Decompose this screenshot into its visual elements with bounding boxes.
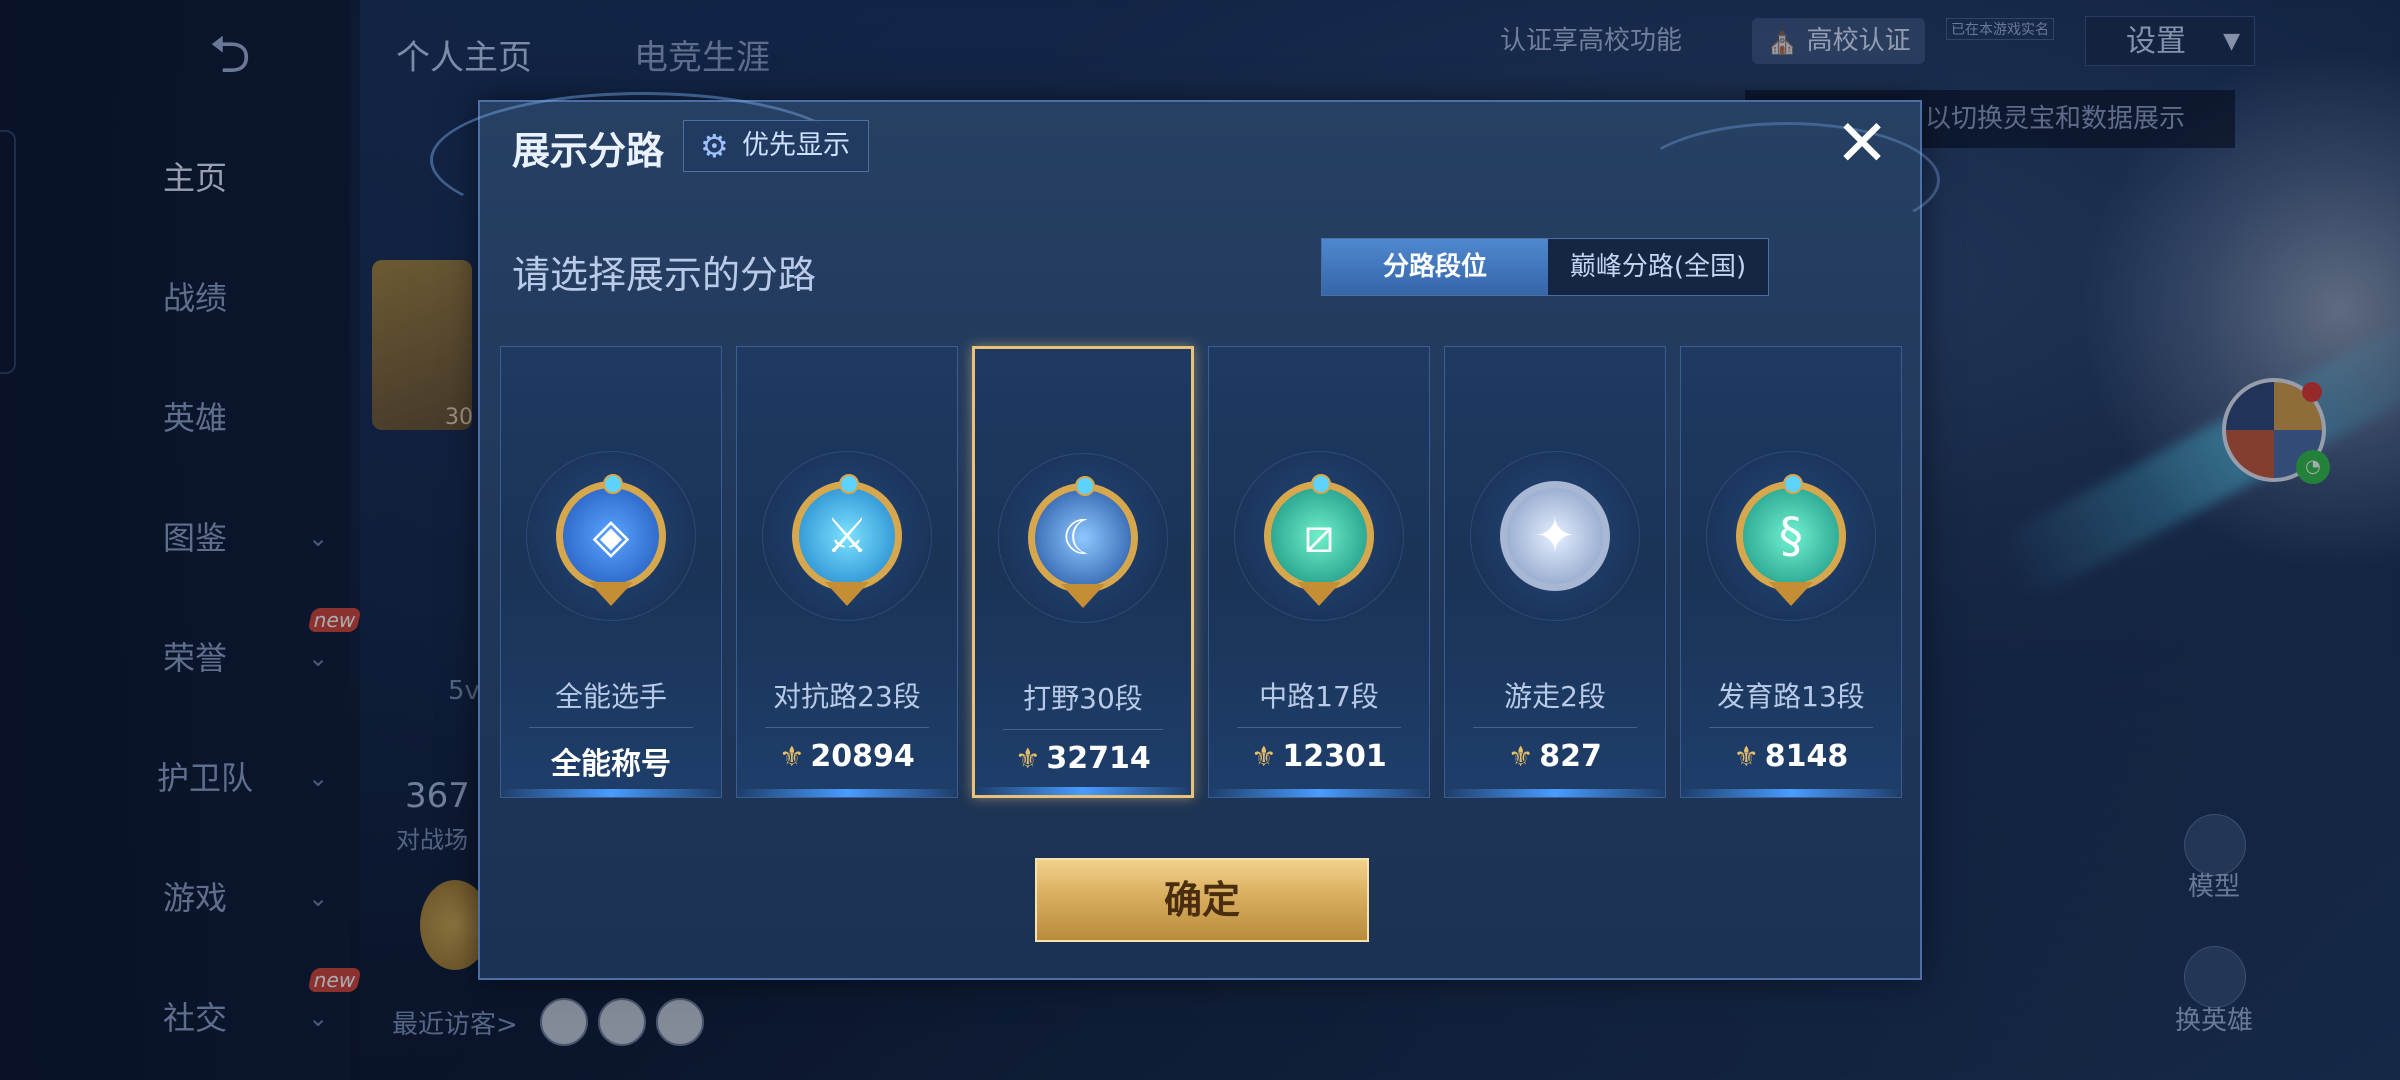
cloud-ornament — [1634, 122, 1940, 238]
tab-peak-lane-national[interactable]: 巅峰分路(全国) — [1548, 239, 1768, 295]
lane-name: 中路17段 — [1259, 680, 1379, 713]
farm-lane-emblem-icon: § — [1736, 474, 1846, 606]
divider — [529, 727, 693, 728]
lane-name: 发育路13段 — [1717, 680, 1865, 713]
dialog-title: 展示分路 — [512, 129, 665, 173]
lane-name: 游走2段 — [1504, 680, 1606, 713]
lane-card-roam[interactable]: ✦ 游走2段 ⚜ 827 — [1444, 346, 1666, 798]
divider — [1709, 727, 1873, 728]
close-icon[interactable]: ✕ — [1832, 112, 1892, 176]
rank-crest-icon: ⚜ — [1015, 742, 1041, 775]
lane-card-farm[interactable]: § 发育路13段 ⚜ 8148 — [1680, 346, 1902, 798]
lane-score: ⚜ 8148 — [1733, 739, 1849, 774]
priority-display-button[interactable]: ⚙ 优先显示 — [683, 120, 869, 172]
divider — [765, 727, 929, 728]
lane-score: ⚜ 20894 — [779, 739, 915, 774]
roam-emblem-icon: ✦ — [1500, 481, 1610, 591]
lane-score: 全能称号 — [551, 747, 671, 782]
rank-crest-icon: ⚜ — [1251, 740, 1277, 773]
lane-display-dialog: 展示分路 ⚙ 优先显示 ✕ 请选择展示的分路 分路段位 巅峰分路(全国) ◈ 全… — [430, 92, 1940, 980]
lane-score: ⚜ 32714 — [1015, 741, 1151, 776]
confirm-button[interactable]: 确定 — [1035, 858, 1369, 942]
rank-crest-icon: ⚜ — [1733, 740, 1759, 773]
lane-card-clash[interactable]: ⚔ 对抗路23段 ⚜ 20894 — [736, 346, 958, 798]
gear-icon: ⚙ — [700, 127, 729, 165]
lane-card-mid[interactable]: ⧄ 中路17段 ⚜ 12301 — [1208, 346, 1430, 798]
lane-name: 打野30段 — [1023, 682, 1143, 715]
select-lane-prompt: 请选择展示的分路 — [512, 253, 817, 297]
lane-score: ⚜ 12301 — [1251, 739, 1387, 774]
divider — [1237, 727, 1401, 728]
rank-crest-icon: ⚜ — [1508, 740, 1534, 773]
tab-lane-rank[interactable]: 分路段位 — [1322, 239, 1548, 295]
divider — [1003, 729, 1163, 730]
mid-lane-emblem-icon: ⧄ — [1264, 474, 1374, 606]
lane-name: 对抗路23段 — [773, 680, 921, 713]
lane-score: ⚜ 827 — [1508, 739, 1602, 774]
all-round-emblem-icon: ◈ — [556, 474, 666, 606]
divider — [1473, 727, 1637, 728]
lane-name: 全能选手 — [554, 680, 667, 713]
lane-mode-switch: 分路段位 巅峰分路(全国) — [1321, 238, 1769, 296]
jungle-emblem-icon: ☾ — [1028, 476, 1138, 608]
lane-card-all-round[interactable]: ◈ 全能选手 全能称号 — [500, 346, 722, 798]
rank-crest-icon: ⚜ — [779, 740, 805, 773]
clash-lane-emblem-icon: ⚔ — [792, 474, 902, 606]
lane-card-jungle[interactable]: ☾ 打野30段 ⚜ 32714 — [972, 346, 1194, 798]
